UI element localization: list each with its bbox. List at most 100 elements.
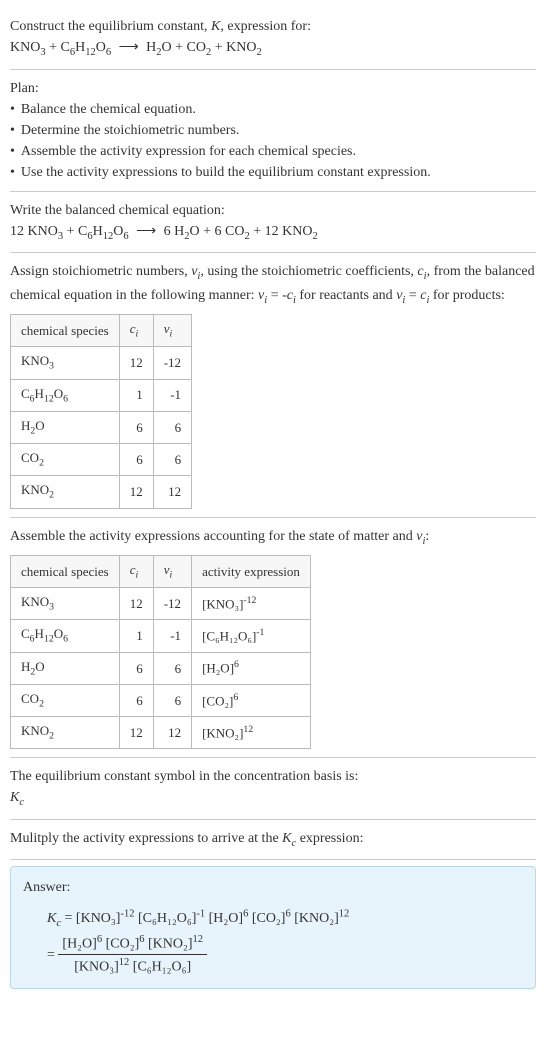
- term: [H₂O]6: [209, 911, 249, 926]
- plan-section: Plan: •Balance the chemical equation. •D…: [10, 70, 536, 192]
- cell-species: KNO2: [11, 476, 120, 508]
- table-header-row: chemical species ci νi: [11, 315, 192, 347]
- table-row: C6H12O61-1[C₆H₁₂O₆]-1: [11, 620, 311, 652]
- arrow-icon: ⟶: [136, 221, 156, 242]
- fraction-denominator: [KNO₃]12 [C₆H₁₂O₆]: [58, 955, 207, 978]
- table-row: KNO21212: [11, 476, 192, 508]
- stoich-text: Assign stoichiometric numbers, νi, using…: [10, 261, 536, 308]
- cell-v: 12: [153, 717, 191, 749]
- cell-species: CO2: [11, 444, 120, 476]
- bullet-icon: •: [10, 162, 15, 183]
- table-row: H2O66[H₂O]6: [11, 652, 311, 684]
- cell-species: KNO2: [11, 717, 120, 749]
- table-row: KNO312-12[KNO₃]-12: [11, 588, 311, 620]
- term: [CO₂]6: [252, 911, 291, 926]
- cell-expr: [CO₂]6: [192, 684, 311, 716]
- arrow-icon: ⟶: [119, 37, 139, 58]
- plan-text: Determine the stoichiometric numbers.: [21, 120, 240, 141]
- symbol-value: Kc: [10, 787, 536, 811]
- kc-symbol: Kc: [282, 831, 296, 846]
- term: [KNO₃]-12: [76, 911, 135, 926]
- cell-v: -12: [153, 588, 191, 620]
- cell-species: CO2: [11, 684, 120, 716]
- plan-item: • Determine the stoichiometric numbers.: [10, 120, 536, 141]
- term: [C₆H₁₂O₆]-1: [138, 911, 205, 926]
- col-v: νi: [153, 556, 191, 588]
- eq-rhs: 6 H2O + 6 CO2 + 12 KNO2: [164, 224, 318, 239]
- equals: =: [61, 911, 76, 926]
- unbalanced-equation: KNO3 + C6H12O6 ⟶ H2O + CO2 + KNO2: [10, 37, 536, 61]
- multiply-text-b: expression:: [296, 831, 363, 846]
- header-section: Construct the equilibrium constant, K, e…: [10, 8, 536, 70]
- balanced-section: Write the balanced chemical equation: 12…: [10, 192, 536, 254]
- answer-line2: = [H₂O]6 [CO₂]6 [KNO₂]12 [KNO₃]12 [C₆H₁₂…: [47, 932, 523, 978]
- plan-text: Assemble the activity expression for eac…: [21, 141, 356, 162]
- table-row: KNO21212[KNO₂]12: [11, 717, 311, 749]
- cell-c: 12: [119, 588, 153, 620]
- multiply-section: Mulitply the activity expressions to arr…: [10, 820, 536, 861]
- cell-species: KNO3: [11, 347, 120, 379]
- table-header-row: chemical species ci νi activity expressi…: [11, 556, 311, 588]
- activity-table: chemical species ci νi activity expressi…: [10, 555, 311, 749]
- plan-item: • Assemble the activity expression for ea…: [10, 141, 536, 162]
- answer-box: Answer: Kc = [KNO₃]-12 [C₆H₁₂O₆]-1 [H₂O]…: [10, 866, 536, 989]
- cell-c: 12: [119, 347, 153, 379]
- col-v: νi: [153, 315, 191, 347]
- table-row: CO266[CO₂]6: [11, 684, 311, 716]
- col-c: ci: [119, 556, 153, 588]
- answer-line1: Kc = [KNO₃]-12 [C₆H₁₂O₆]-1 [H₂O]6 [CO₂]6…: [47, 906, 523, 931]
- cell-v: -12: [153, 347, 191, 379]
- fraction: [H₂O]6 [CO₂]6 [KNO₂]12 [KNO₃]12 [C₆H₁₂O₆…: [58, 932, 207, 978]
- table-row: C6H12O61-1: [11, 379, 192, 411]
- prompt-text: Construct the equilibrium constant, K, e…: [10, 16, 536, 37]
- term: [KNO₂]12: [294, 911, 349, 926]
- col-species: chemical species: [11, 315, 120, 347]
- table-row: H2O66: [11, 411, 192, 443]
- eq-lhs: 12 KNO3 + C6H12O6: [10, 224, 129, 239]
- cell-c: 6: [119, 684, 153, 716]
- cell-species: H2O: [11, 411, 120, 443]
- col-expr: activity expression: [192, 556, 311, 588]
- bullet-icon: •: [10, 141, 15, 162]
- stoich-section: Assign stoichiometric numbers, νi, using…: [10, 253, 536, 517]
- cell-v: 6: [153, 411, 191, 443]
- cell-c: 6: [119, 411, 153, 443]
- cell-v: -1: [153, 620, 191, 652]
- cell-expr: [KNO₃]-12: [192, 588, 311, 620]
- kc-symbol: Kc: [47, 911, 61, 926]
- activity-section: Assemble the activity expressions accoun…: [10, 518, 536, 759]
- answer-section: Answer: Kc = [KNO₃]-12 [C₆H₁₂O₆]-1 [H₂O]…: [10, 866, 536, 989]
- cell-expr: [H₂O]6: [192, 652, 311, 684]
- cell-v: 6: [153, 444, 191, 476]
- cell-species: C6H12O6: [11, 379, 120, 411]
- fraction-numerator: [H₂O]6 [CO₂]6 [KNO₂]12: [58, 932, 207, 956]
- plan-item: •Balance the chemical equation.: [10, 99, 536, 120]
- balanced-label: Write the balanced chemical equation:: [10, 200, 536, 221]
- multiply-text-a: Mulitply the activity expressions to arr…: [10, 831, 282, 846]
- eq-rhs: H2O + CO2 + KNO2: [146, 40, 262, 55]
- stoich-table: chemical species ci νi KNO312-12 C6H12O6…: [10, 314, 192, 508]
- cell-species: C6H12O6: [11, 620, 120, 652]
- cell-expr: [C₆H₁₂O₆]-1: [192, 620, 311, 652]
- bullet-icon: •: [10, 120, 15, 141]
- cell-v: 6: [153, 652, 191, 684]
- prompt-prefix: Construct the equilibrium constant, K, e…: [10, 19, 311, 34]
- equals: =: [47, 947, 58, 962]
- plan-text: Use the activity expressions to build th…: [21, 162, 431, 183]
- cell-c: 12: [119, 717, 153, 749]
- symbol-text: The equilibrium constant symbol in the c…: [10, 766, 536, 787]
- cell-c: 1: [119, 379, 153, 411]
- answer-label: Answer:: [23, 877, 523, 898]
- cell-c: 6: [119, 652, 153, 684]
- plan-label: Plan:: [10, 78, 536, 99]
- plan-item: • Use the activity expressions to build t…: [10, 162, 536, 183]
- activity-text: Assemble the activity expressions accoun…: [10, 526, 536, 550]
- cell-species: KNO3: [11, 588, 120, 620]
- plan-text: Balance the chemical equation.: [21, 99, 196, 120]
- cell-c: 12: [119, 476, 153, 508]
- cell-c: 6: [119, 444, 153, 476]
- col-c: ci: [119, 315, 153, 347]
- eq-lhs: KNO3 + C6H12O6: [10, 40, 111, 55]
- cell-v: 6: [153, 684, 191, 716]
- balanced-equation: 12 KNO3 + C6H12O6 ⟶ 6 H2O + 6 CO2 + 12 K…: [10, 221, 536, 245]
